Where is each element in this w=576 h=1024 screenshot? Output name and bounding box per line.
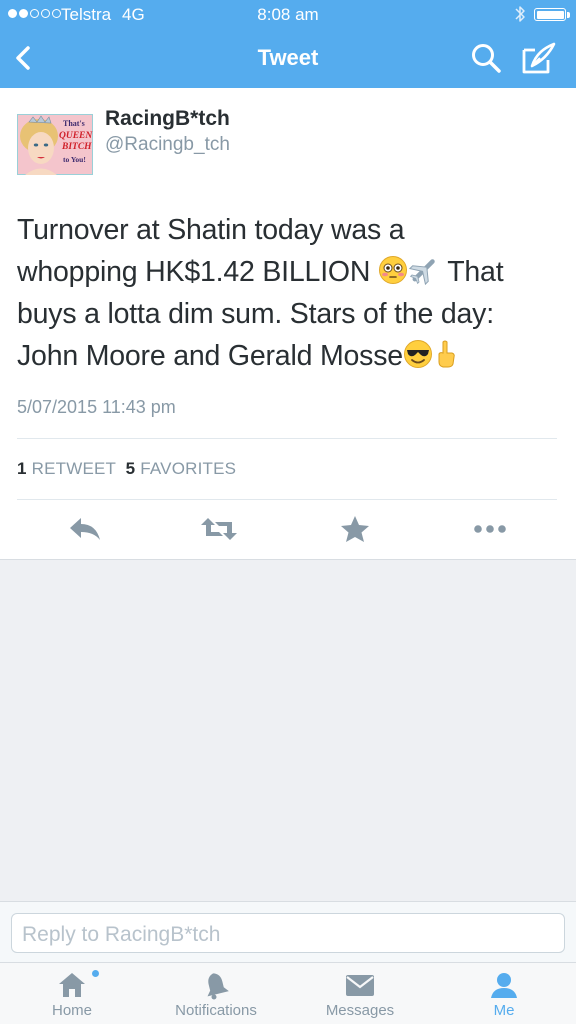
tab-home[interactable]: Home	[0, 963, 144, 1024]
tab-label: Home	[51, 1002, 92, 1019]
more-icon[interactable]	[470, 512, 510, 546]
tweet-text-line: whopping HK$1.42 BILLION That	[17, 251, 557, 293]
retweet-icon[interactable]	[199, 512, 239, 546]
top-bar: Telstra 4G 8:08 am Tweet	[0, 0, 576, 88]
avatar-text-line: to You!	[63, 155, 86, 164]
tweet-text-segment: whopping HK$1.42 BILLION	[17, 256, 378, 288]
tweet-text-segment: buys a lotta dim sum. Stars of the day:	[17, 298, 494, 330]
bluetooth-icon	[515, 6, 525, 22]
tweet-text-segment: Turnover at Shatin today was a	[17, 214, 405, 246]
flushed-face-emoji	[378, 256, 407, 284]
tab-me[interactable]: Me	[432, 963, 576, 1024]
avatar-image: That's QUEEN BITCH to You!	[17, 114, 93, 175]
favorites-label[interactable]: FAVORITES	[140, 459, 236, 478]
tweet-text-line: John Moore and Gerald Mosse	[17, 335, 557, 377]
tweet-text-line: Turnover at Shatin today was a	[17, 209, 557, 251]
avatar-text-line: QUEEN	[59, 131, 93, 141]
favorite-icon[interactable]	[335, 512, 375, 546]
home-icon	[59, 973, 85, 997]
tweet-text-segment: That	[439, 256, 504, 288]
new-content-dot	[92, 970, 99, 977]
display-name[interactable]: RacingB*tch	[105, 107, 230, 131]
search-icon[interactable]	[468, 40, 504, 76]
tab-label: Notifications	[175, 1002, 257, 1019]
messages-icon	[346, 975, 374, 996]
divider	[17, 438, 557, 439]
favorites-count[interactable]: 5	[126, 459, 136, 478]
avatar-text-line: That's	[63, 119, 85, 128]
retweets-label[interactable]: RETWEET	[32, 459, 116, 478]
me-icon	[491, 973, 517, 998]
clock: 8:08 am	[257, 5, 319, 24]
avatar-text-line: BITCH	[61, 142, 92, 152]
divider	[17, 499, 557, 500]
tab-messages[interactable]: Messages	[288, 963, 432, 1024]
tweet-text: Turnover at Shatin today was a whopping …	[17, 209, 557, 377]
status-bar: Telstra 4G 8:08 am	[0, 0, 576, 28]
tweet-text-segment: John Moore and Gerald Mosse	[17, 340, 403, 372]
tweet-card: That's QUEEN BITCH to You! RacingB*tch @…	[0, 88, 576, 560]
tab-bar: Home Notifications Messages Me	[0, 962, 576, 1024]
tweet-text-line: buys a lotta dim sum. Stars of the day:	[17, 293, 557, 335]
reply-bar: Reply to RacingB*tch	[0, 901, 576, 962]
pointing-up-emoji	[438, 340, 455, 368]
engagement-stats: 1 RETWEET 5 FAVORITES	[17, 459, 236, 479]
reply-input[interactable]: Reply to RacingB*tch	[11, 913, 565, 953]
tab-label: Messages	[325, 1002, 395, 1019]
avatar[interactable]: That's QUEEN BITCH to You!	[17, 114, 93, 175]
tab-notifications[interactable]: Notifications	[144, 963, 288, 1024]
airplane-emoji	[408, 259, 435, 285]
tweet-timestamp: 5/07/2015 11:43 pm	[17, 397, 176, 417]
compose-icon[interactable]	[520, 40, 558, 76]
battery-tip	[567, 12, 570, 18]
tab-label: Me	[493, 1002, 515, 1019]
user-handle[interactable]: @Racingb_tch	[105, 134, 230, 156]
battery-icon	[534, 8, 566, 21]
reply-icon[interactable]	[66, 512, 106, 546]
notifications-icon	[207, 973, 229, 1000]
sunglasses-face-emoji	[403, 340, 432, 368]
retweets-count[interactable]: 1	[17, 459, 27, 478]
